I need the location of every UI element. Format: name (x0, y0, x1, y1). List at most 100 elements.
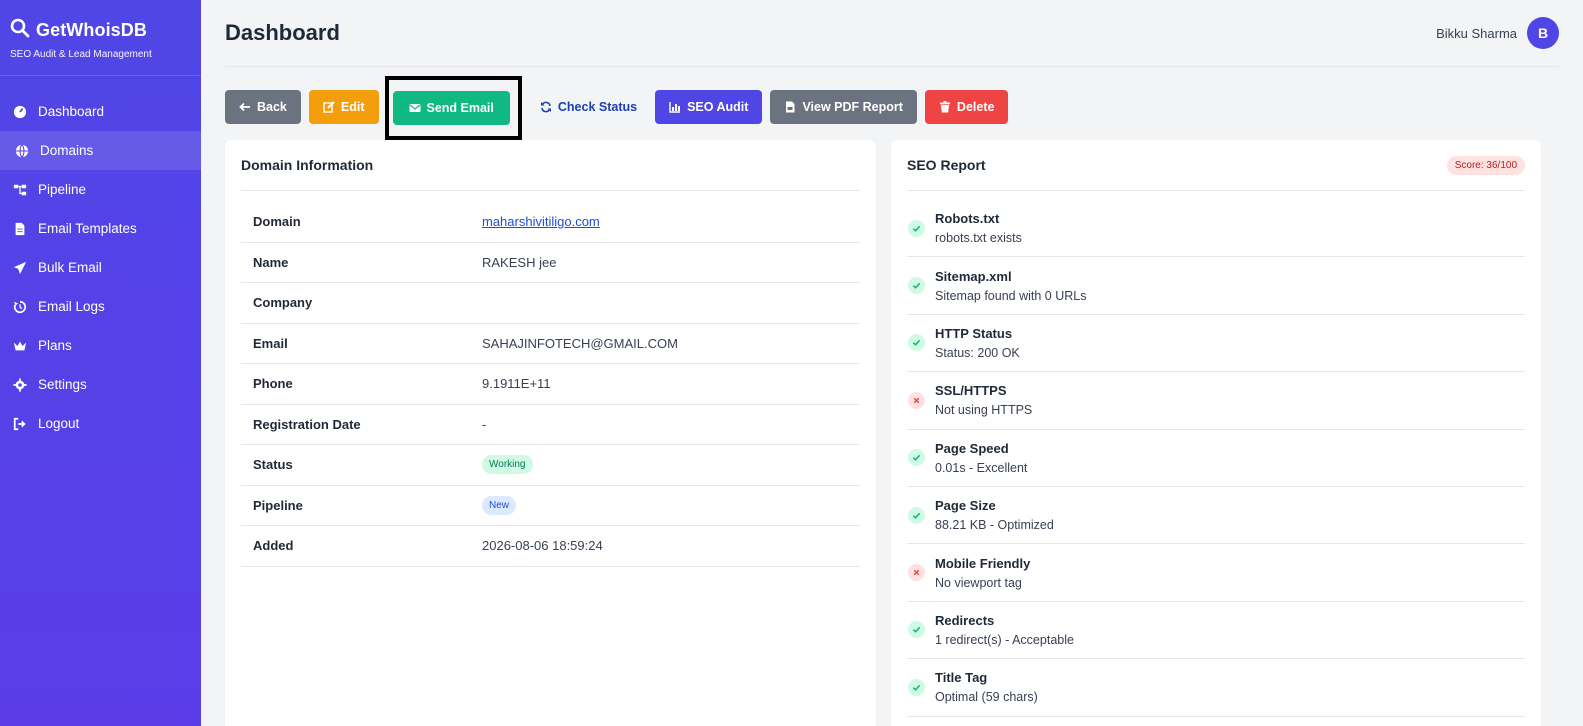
page-header: Dashboard Bikku Sharma B (225, 0, 1559, 67)
view-pdf-report-button[interactable]: View PDF Report (770, 90, 917, 124)
seo-audit-button[interactable]: SEO Audit (655, 90, 763, 124)
seo-item-text: HTTP Status Status: 200 OK (935, 326, 1020, 360)
list-item: HTTP Status Status: 200 OK (907, 315, 1525, 373)
table-row: Domain maharshivitiligo.com (241, 202, 860, 243)
paper-plane-icon (12, 260, 28, 276)
seo-report-card: SEO Report Score: 36/100 Robots.txt robot… (891, 140, 1541, 726)
domain-link[interactable]: maharshivitiligo.com (482, 214, 600, 229)
list-item: Sitemap.xml Sitemap found with 0 URLs (907, 257, 1525, 315)
refresh-icon (540, 101, 551, 113)
table-row: Email SAHAJINFOTECH@GMAIL.COM (241, 324, 860, 364)
search-icon (10, 18, 30, 43)
file-pdf-icon (786, 101, 795, 113)
sidebar-item-bulk-email[interactable]: Bulk Email (0, 248, 201, 287)
arrow-left-icon (239, 102, 250, 112)
seo-item-text: Redirects 1 redirect(s) - Acceptable (935, 613, 1074, 647)
sidebar-item-label: Bulk Email (38, 260, 102, 275)
seo-item-desc: 1 redirect(s) - Acceptable (935, 632, 1074, 647)
row-label: Email (253, 335, 288, 351)
sidebar-item-dashboard[interactable]: Dashboard (0, 92, 201, 131)
sidebar-item-label: Domains (40, 143, 94, 158)
seo-item-title: Page Speed (935, 440, 1009, 456)
back-button[interactable]: Back (225, 90, 301, 124)
table-row: Pipeline New (241, 486, 860, 526)
list-item: SSL/HTTPS Not using HTTPS (907, 372, 1525, 430)
x-icon (908, 564, 925, 582)
sidebar-item-pipeline[interactable]: Pipeline (0, 170, 201, 209)
logout-icon (12, 416, 28, 432)
check-icon (908, 506, 925, 524)
pipeline-badge: New (482, 495, 517, 515)
sidebar-item-settings[interactable]: Settings (0, 365, 201, 404)
send-email-button-label: Send Email (426, 101, 494, 115)
list-item: Page Speed 0.01s - Excellent (907, 430, 1525, 487)
row-value: 9.1911E+11 (482, 376, 551, 392)
table-row: Status Working (241, 445, 860, 486)
user-menu[interactable]: Bikku Sharma B (1436, 17, 1559, 49)
seo-item-title: Robots.txt (935, 211, 1000, 227)
seo-item-text: Mobile Friendly No viewport tag (935, 556, 1030, 590)
history-icon (12, 299, 28, 315)
seo-item-desc: Not using HTTPS (935, 403, 1033, 418)
edit-icon (323, 101, 335, 113)
edit-button[interactable]: Edit (308, 90, 379, 124)
x-icon (908, 391, 925, 409)
brand: GetWhoisDB SEO Audit & Lead Management (0, 0, 201, 76)
file-icon (12, 221, 28, 237)
delete-button[interactable]: Delete (924, 90, 1009, 124)
sidebar-item-label: Settings (38, 377, 87, 392)
row-label: Added (253, 538, 294, 554)
row-label: Name (253, 254, 289, 270)
sidebar-item-domains[interactable]: Domains (0, 131, 201, 170)
seo-item-desc: Status: 200 OK (935, 345, 1020, 360)
list-item: Mobile Friendly No viewport tag (907, 544, 1525, 602)
seo-item-text: Title Tag Optimal (59 chars) (935, 670, 1038, 704)
seo-audit-button-label: SEO Audit (687, 100, 749, 114)
envelope-icon (409, 104, 420, 112)
sidebar-item-logout[interactable]: Logout (0, 404, 201, 443)
seo-item-desc: Optimal (59 chars) (935, 690, 1038, 705)
sidebar-item-label: Pipeline (38, 182, 87, 197)
table-row: Name RAKESH jee (241, 243, 860, 283)
table-row: Added 2026-08-06 18:59:24 (241, 526, 860, 567)
sidebar-nav: Dashboard Domains Pipeline Email Templat… (0, 92, 201, 443)
action-toolbar: Back Edit Send Email Check Status SEO Au… (225, 76, 1016, 140)
seo-check-list: Robots.txt robots.txt exists Sitemap.xml Si… (907, 200, 1525, 717)
seo-item-title: Page Size (935, 498, 996, 514)
view-pdf-report-button-label: View PDF Report (802, 100, 903, 114)
sidebar-item-plans[interactable]: Plans (0, 326, 201, 365)
domain-info-table: Domain maharshivitiligo.com Name RAKESH … (241, 202, 860, 567)
sidebar-item-label: Email Logs (38, 299, 105, 314)
sidebar-item-email-templates[interactable]: Email Templates (0, 209, 201, 248)
domain-info-header: Domain Information (241, 140, 860, 191)
sidebar-item-label: Email Templates (38, 221, 137, 236)
chart-bar-icon (669, 102, 681, 113)
sidebar-item-email-logs[interactable]: Email Logs (0, 287, 201, 326)
seo-item-title: Sitemap.xml (935, 268, 1012, 284)
avatar[interactable]: B (1527, 17, 1559, 49)
crown-icon (12, 338, 28, 354)
user-name: Bikku Sharma (1436, 25, 1517, 41)
brand-name: GetWhoisDB (36, 20, 147, 40)
sidebar-item-label: Dashboard (38, 104, 105, 119)
check-icon (908, 621, 925, 639)
seo-item-title: HTTP Status (935, 325, 1013, 341)
check-icon (908, 449, 925, 467)
seo-item-title: Title Tag (935, 670, 988, 686)
seo-item-desc: 0.01s - Excellent (935, 460, 1028, 475)
main-content: Dashboard Bikku Sharma B Back Edit Send … (201, 0, 1583, 726)
list-item: Title Tag Optimal (59 chars) (907, 659, 1525, 717)
seo-item-desc: No viewport tag (935, 575, 1022, 590)
seo-item-text: Page Speed 0.01s - Excellent (935, 441, 1027, 475)
sidebar: GetWhoisDB SEO Audit & Lead Management D… (0, 0, 201, 726)
back-button-label: Back (257, 100, 287, 114)
list-item: Redirects 1 redirect(s) - Acceptable (907, 602, 1525, 660)
row-label: Company (253, 295, 313, 311)
check-status-button[interactable]: Check Status (530, 90, 647, 124)
seo-item-title: Redirects (935, 612, 995, 628)
send-email-button[interactable]: Send Email (392, 91, 510, 125)
seo-item-text: SSL/HTTPS Not using HTTPS (935, 383, 1032, 417)
row-label: Pipeline (253, 497, 303, 513)
seo-item-desc: Sitemap found with 0 URLs (935, 288, 1087, 303)
status-badge: Working (482, 455, 533, 475)
